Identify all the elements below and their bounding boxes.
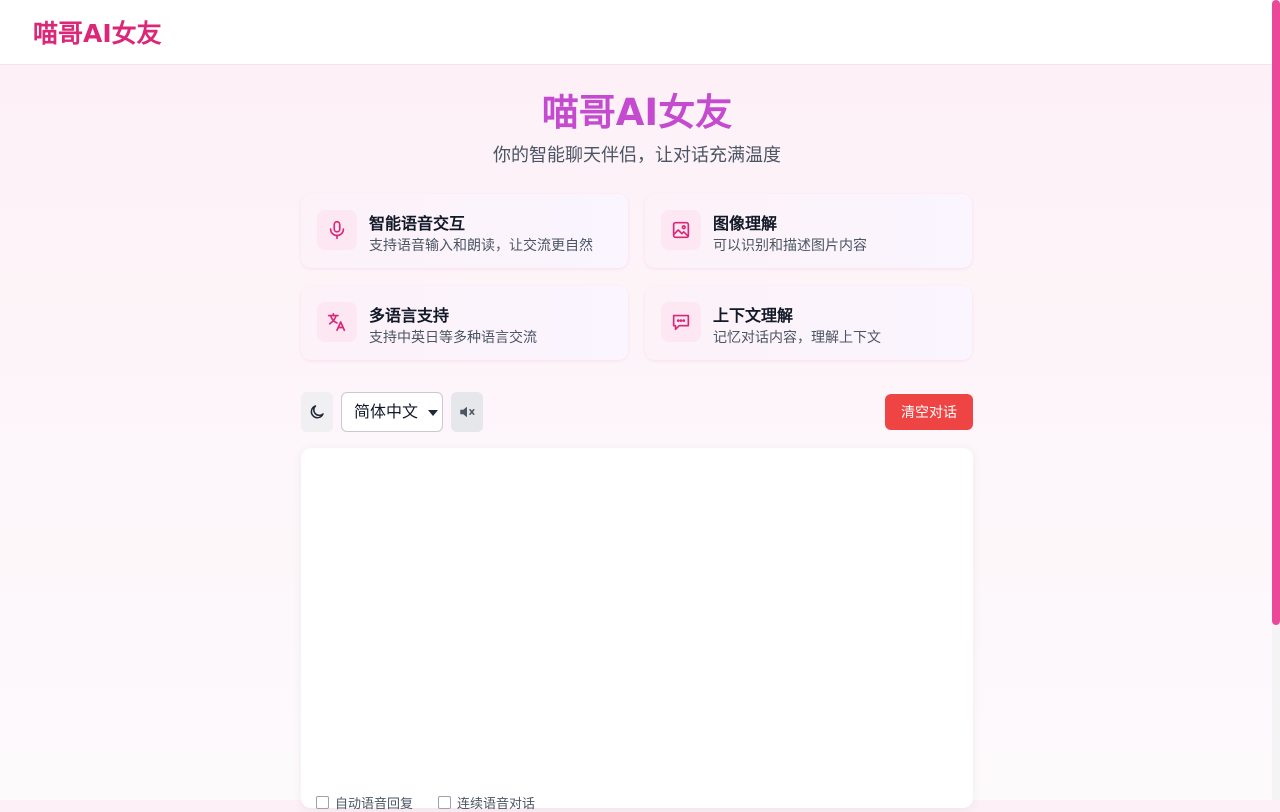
app-logo[interactable]: 喵哥AI女友 [33,14,162,50]
auto-voice-reply-checkbox[interactable] [316,796,329,809]
feature-card-voice: 智能语音交互 支持语音输入和朗读，让交流更自然 [301,194,628,268]
page-subtitle: 你的智能聊天伴侣，让对话充满温度 [493,145,781,166]
feature-title: 多语言支持 [369,306,450,325]
chevron-down-icon [428,410,438,416]
continuous-voice-option[interactable]: 连续语音对话 [438,793,535,812]
mute-toggle-button[interactable] [451,392,483,432]
feature-card-context: 上下文理解 记忆对话内容，理解上下文 [645,286,972,360]
feature-desc: 可以识别和描述图片内容 [713,238,867,254]
image-icon [661,210,701,250]
continuous-voice-label: 连续语音对话 [457,797,536,812]
continuous-voice-checkbox[interactable] [438,796,451,809]
language-select-value: 简体中文 [354,402,419,421]
theme-toggle-button[interactable] [301,392,333,432]
feature-desc: 支持中英日等多种语言交流 [369,330,537,346]
translate-icon [317,302,357,342]
chat-panel[interactable] [301,448,973,808]
feature-desc: 支持语音输入和朗读，让交流更自然 [369,238,593,254]
moon-icon [310,405,324,419]
feature-title: 上下文理解 [713,306,794,325]
language-select[interactable]: 简体中文 [341,392,443,432]
feature-card-language: 多语言支持 支持中英日等多种语言交流 [301,286,628,360]
feature-desc: 记忆对话内容，理解上下文 [713,330,881,346]
feature-title: 智能语音交互 [369,214,466,233]
chat-bubble-icon [661,302,701,342]
speaker-muted-icon [460,406,475,418]
page-title: 喵哥AI女友 [541,91,733,134]
feature-card-image: 图像理解 可以识别和描述图片内容 [645,194,972,268]
auto-voice-reply-label: 自动语音回复 [335,797,414,812]
top-navbar: 喵哥AI女友 [0,0,1272,65]
feature-title: 图像理解 [713,214,778,233]
microphone-icon [317,210,357,250]
clear-chat-button[interactable]: 清空对话 [885,394,973,430]
auto-voice-reply-option[interactable]: 自动语音回复 [316,793,413,812]
